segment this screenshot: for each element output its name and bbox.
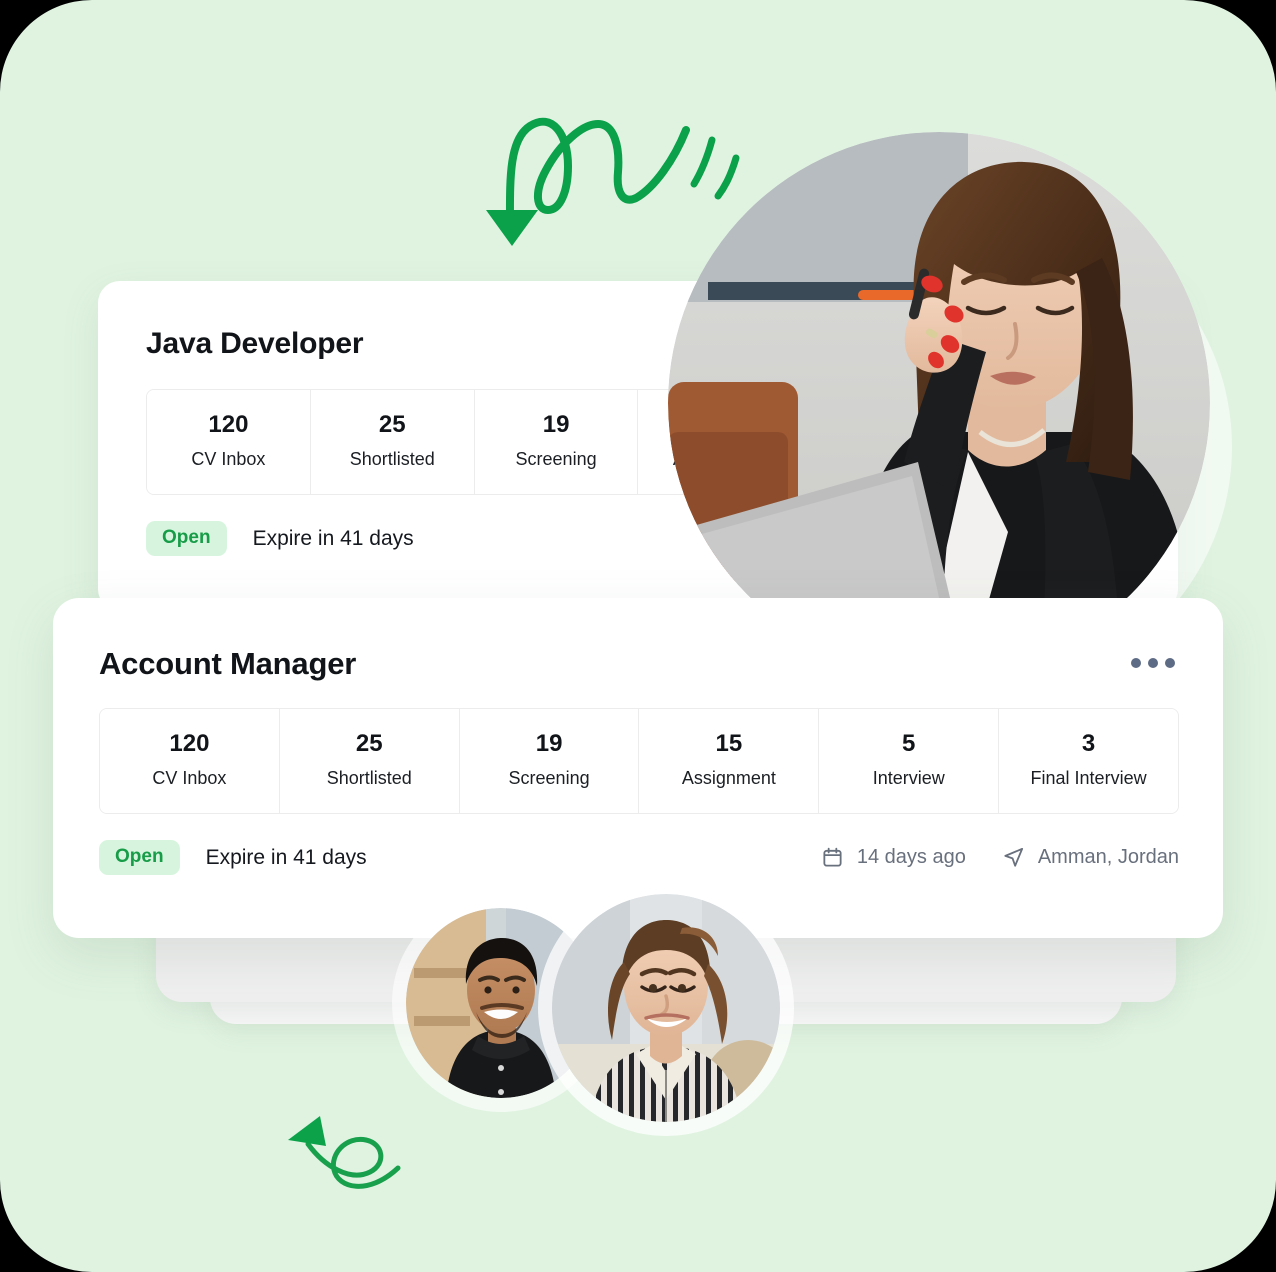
stat-label: CV Inbox (191, 449, 266, 470)
stat-cell[interactable]: 25 Shortlisted (279, 709, 460, 814)
stat-cell[interactable]: 120 CV Inbox (100, 709, 280, 814)
looped-arrow-doodle (272, 1100, 412, 1200)
stat-value: 120 (208, 411, 249, 438)
stat-label: Shortlisted (326, 768, 412, 789)
stat-label: Interview (872, 768, 945, 789)
status-badge: Open (99, 840, 180, 876)
location-text: Amman, Jordan (1037, 846, 1179, 869)
stat-cell[interactable]: 3 Final Interview (999, 709, 1178, 814)
stat-cell[interactable]: 15 Assignment (639, 709, 820, 814)
navigation-arrow-icon (1002, 846, 1025, 869)
meta-right-group: 14 days ago Amman, Jordan (821, 846, 1179, 869)
stat-cell[interactable]: 25 Shortlisted (310, 390, 475, 495)
expiry-text: Expire in 41 days (252, 526, 414, 550)
stat-value: 25 (378, 411, 406, 438)
status-badge: Open (146, 521, 227, 557)
card-meta-row: Open Expire in 41 days 14 days ago (99, 840, 1179, 876)
page-title: Java Developer (146, 327, 364, 360)
stat-label: Screening (515, 449, 597, 470)
stat-value: 120 (169, 730, 210, 757)
smiling-woman-avatar-photo (552, 894, 780, 1122)
squiggly-down-arrow-doodle (468, 88, 768, 248)
stat-value: 3 (1081, 730, 1096, 757)
stat-cell[interactable]: 19 Screening (474, 390, 639, 495)
stat-label: Shortlisted (349, 449, 435, 470)
stat-label: Final Interview (1030, 768, 1147, 789)
stat-value: 5 (902, 730, 916, 757)
stat-label: Screening (508, 768, 590, 789)
card-header: Account Manager (53, 598, 1223, 682)
stat-value: 19 (535, 730, 563, 757)
stat-value: 25 (355, 730, 383, 757)
stat-cell[interactable]: 5 Interview (819, 709, 1000, 814)
stat-cell[interactable]: 19 Screening (459, 709, 640, 814)
pipeline-stats: 120 CV Inbox 25 Shortlisted 19 Screening… (99, 708, 1179, 815)
stat-value: 19 (542, 411, 570, 438)
page-root: Java Developer 120 CV Inbox 25 Shortlist… (0, 0, 1276, 1272)
stat-label: CV Inbox (152, 768, 227, 789)
posted-date-text: 14 days ago (856, 846, 966, 869)
woman-working-on-laptop-photo (668, 132, 1210, 674)
location: Amman, Jordan (1002, 846, 1179, 869)
posted-date: 14 days ago (821, 846, 966, 869)
page-title: Account Manager (99, 646, 357, 681)
stat-label: Assignment (681, 768, 776, 789)
expiry-text: Expire in 41 days (205, 845, 367, 869)
calendar-icon (821, 846, 844, 869)
stat-cell[interactable]: 120 CV Inbox (147, 390, 311, 495)
stat-value: 15 (715, 730, 743, 757)
more-horizontal-icon[interactable] (1127, 646, 1179, 680)
